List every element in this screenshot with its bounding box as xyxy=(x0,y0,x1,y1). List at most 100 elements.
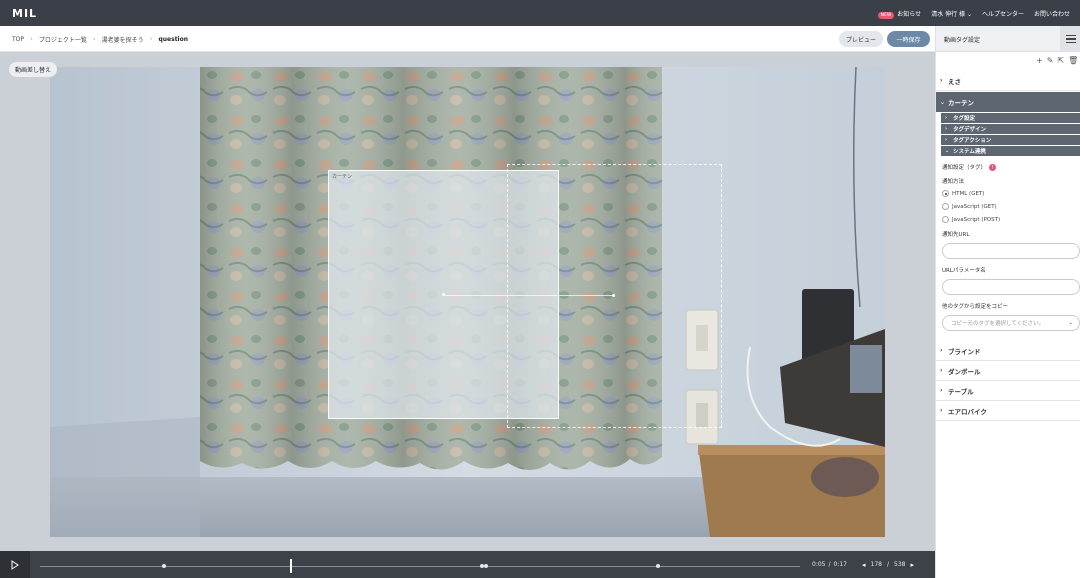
logo-text: MIL xyxy=(12,6,38,20)
tag-anchor-handle[interactable] xyxy=(442,293,445,296)
chevron-right-icon: › xyxy=(940,407,943,414)
tag-anchor-handle[interactable] xyxy=(612,294,615,297)
url-param-input[interactable] xyxy=(942,279,1080,295)
breadcrumb-top[interactable]: TOP xyxy=(12,36,24,43)
radio-label: JavaScript (GET) xyxy=(952,203,997,210)
sub-label: タグ設定 xyxy=(953,116,976,122)
breadcrumb-projects[interactable]: プロジェクト一覧 xyxy=(39,35,87,44)
chevron-right-icon: › xyxy=(149,35,153,43)
help-link[interactable]: ヘルプセンター xyxy=(982,9,1024,18)
play-icon xyxy=(11,559,19,570)
prev-frame-icon[interactable]: ◂ xyxy=(862,561,866,569)
player-control-bar xyxy=(0,551,935,578)
sub-tag-action[interactable]: › タグアクション xyxy=(941,135,1080,145)
copy-label: 他のタグから設定をコピー xyxy=(942,304,1009,310)
trash-icon[interactable]: 🗑 xyxy=(1068,56,1078,65)
chevron-right-icon: › xyxy=(92,35,96,43)
chevron-right-icon: › xyxy=(30,35,33,43)
add-icon[interactable]: + xyxy=(1036,56,1043,65)
tag-settings-panel: 動画タグ設定 + ✎ ⇱ 🗑 › えさ ⌄ カーテン › タグ設定 › タグデザイン ›… xyxy=(935,26,1080,578)
chevron-down-icon: ⌄ xyxy=(1068,320,1073,326)
sub-tag-settings[interactable]: › タグ設定 xyxy=(941,113,1080,123)
edit-icon[interactable]: ✎ xyxy=(1047,56,1054,65)
radio-selected[interactable] xyxy=(942,190,949,197)
sub-label: システム連携 xyxy=(953,149,986,155)
copy-tag-select[interactable]: コピー元のタグを選択してください。 ⌄ xyxy=(942,315,1080,331)
timeline-playhead[interactable] xyxy=(290,559,292,573)
section-table[interactable]: › テーブル xyxy=(936,381,1080,401)
sub-tag-design[interactable]: › タグデザイン xyxy=(941,124,1080,134)
section-label: えさ xyxy=(948,77,961,86)
method-option-js-post[interactable]: JavaScript (POST) xyxy=(942,216,1000,223)
chevron-right-icon: › xyxy=(940,77,943,84)
copy-tag-placeholder: コピー元のタグを選択してください。 xyxy=(951,321,1045,327)
time-separator: / xyxy=(828,561,831,568)
chevron-right-icon: › xyxy=(945,115,948,121)
preview-button[interactable]: プレビュー xyxy=(839,31,883,47)
section-label: テーブル xyxy=(948,387,974,396)
chevron-down-icon: ⌄ xyxy=(945,148,950,154)
required-icon: ! xyxy=(989,164,997,171)
panel-title: 動画タグ設定 xyxy=(944,37,981,44)
radio-label: HTML (GET) xyxy=(952,190,985,197)
current-time: 0:05 xyxy=(812,561,826,568)
timeline-track[interactable] xyxy=(40,566,800,567)
breadcrumb-bar: TOP › プロジェクト一覧 › 湯老婆を探そう › question xyxy=(0,26,935,52)
section-blind[interactable]: › ブラインド xyxy=(936,341,1080,361)
chevron-right-icon: › xyxy=(940,387,943,394)
timeline-keyframe[interactable] xyxy=(162,564,166,568)
export-icon[interactable]: ⇱ xyxy=(1057,56,1064,65)
chevron-right-icon: › xyxy=(945,126,948,132)
save-button[interactable]: 一時保存 xyxy=(887,31,930,47)
play-button[interactable] xyxy=(0,551,30,578)
notify-url-input[interactable] xyxy=(942,243,1080,259)
section-cardboard[interactable]: › ダンボール xyxy=(936,361,1080,381)
method-label: 通知方法 xyxy=(942,179,965,185)
section-label: エアロバイク xyxy=(948,407,987,416)
method-option-js-get[interactable]: JavaScript (GET) xyxy=(942,203,997,210)
chevron-right-icon: › xyxy=(940,367,943,374)
new-badge: NEW xyxy=(877,11,895,19)
notice-link[interactable]: NEW お知らせ xyxy=(877,9,922,19)
notify-heading: 通知設定（タグ）! xyxy=(942,163,997,171)
sub-label: タグアクション xyxy=(953,138,992,144)
chevron-down-icon: ⌄ xyxy=(940,98,946,106)
breadcrumb-current: question xyxy=(158,35,189,43)
section-curtain[interactable]: ⌄ カーテン xyxy=(936,92,1080,112)
notify-heading-text: 通知設定（タグ） xyxy=(942,165,987,171)
current-frame: 178 xyxy=(870,561,882,568)
chevron-right-icon: › xyxy=(940,347,943,354)
contact-link[interactable]: お問い合わせ xyxy=(1034,9,1070,18)
hamburger-menu-button[interactable] xyxy=(1060,26,1080,52)
url-label: 通知先URL xyxy=(942,232,970,238)
replace-video-button[interactable]: 動画差し替え xyxy=(9,62,58,77)
section-label: カーテン xyxy=(948,99,974,107)
frame-separator: / xyxy=(886,561,889,568)
section-label: ダンボール xyxy=(948,367,981,376)
section-esa[interactable]: › えさ xyxy=(936,71,1080,91)
total-frames: 538 xyxy=(894,561,906,568)
timeline-keyframe[interactable] xyxy=(656,564,660,568)
top-header: MIL NEW お知らせ 清水 伸行 様 ⌄ ヘルプセンター お問い合わせ xyxy=(0,0,1080,26)
frame-display: ◂ 178 / 538 ▸ xyxy=(862,551,914,578)
total-time: 0:17 xyxy=(833,561,847,568)
param-label: URLパラメータ名 xyxy=(942,268,986,274)
user-name: 清水 伸行 様 xyxy=(931,10,966,18)
timeline-keyframe[interactable] xyxy=(484,564,488,568)
tag-region-label: カーテン xyxy=(332,174,353,180)
section-label: ブラインド xyxy=(948,347,981,356)
radio[interactable] xyxy=(942,203,949,210)
radio[interactable] xyxy=(942,216,949,223)
app-logo[interactable]: MIL xyxy=(12,6,38,20)
sub-system-link[interactable]: ⌄ システム連携 xyxy=(941,146,1080,156)
user-menu[interactable]: 清水 伸行 様 ⌄ xyxy=(931,9,972,18)
top-nav: NEW お知らせ 清水 伸行 様 ⌄ ヘルプセンター お問い合わせ xyxy=(877,0,1070,26)
chevron-right-icon: › xyxy=(945,137,948,143)
next-frame-icon[interactable]: ▸ xyxy=(910,561,914,569)
section-aerobike[interactable]: › エアロバイク xyxy=(936,401,1080,421)
breadcrumb-project[interactable]: 湯老婆を探そう xyxy=(102,35,144,44)
tag-connector-line xyxy=(443,295,613,296)
breadcrumb: TOP › プロジェクト一覧 › 湯老婆を探そう › question xyxy=(12,26,188,52)
notice-label: お知らせ xyxy=(897,10,922,18)
method-option-html-get[interactable]: HTML (GET) xyxy=(942,190,984,197)
